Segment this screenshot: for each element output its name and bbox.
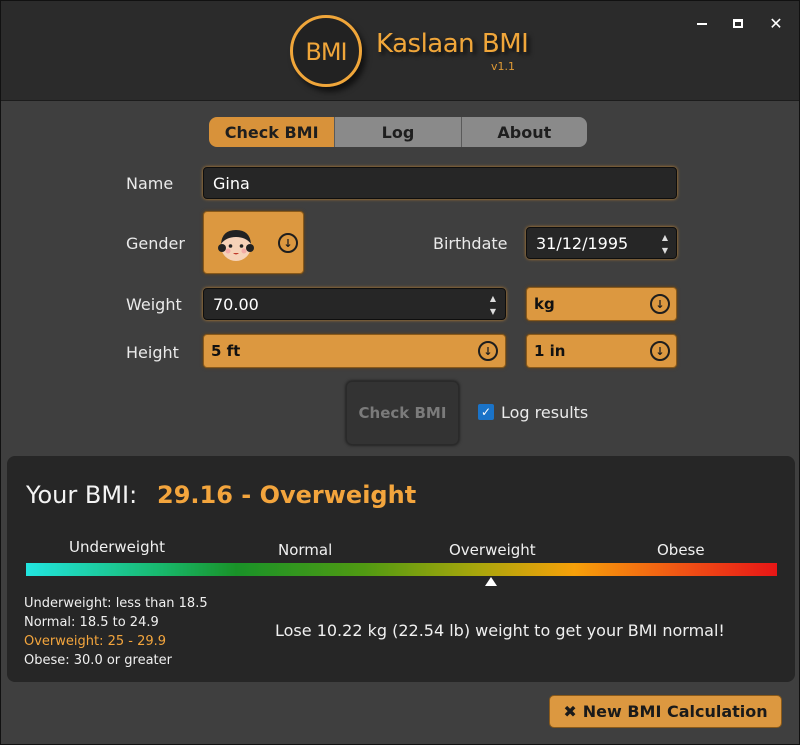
close-icon: ✕ [769, 13, 783, 33]
girl-face-icon [218, 230, 254, 261]
weight-label: Weight [126, 295, 182, 314]
weight-unit-value: kg [534, 295, 555, 313]
bmi-value: 29.16 - Overweight [157, 481, 417, 509]
minimize-button[interactable] [687, 9, 717, 37]
log-results-label: Log results [501, 403, 589, 422]
title-bar: BMI Kaslaan BMI v1.1 ✕ [1, 1, 799, 101]
dropdown-arrow-icon: ↓ [278, 233, 298, 253]
close-button[interactable]: ✕ [761, 9, 791, 37]
birthdate-value: 31/12/1995 [536, 233, 629, 253]
height-feet-value: 5 ft [211, 342, 241, 360]
bmi-pointer-icon [484, 577, 497, 586]
logo-text: BMI [305, 38, 347, 66]
weight-unit-select[interactable]: kg ↓ [526, 287, 677, 321]
weight-input[interactable]: 70.00 ▲ ▼ [203, 288, 506, 320]
range-underweight: Underweight: less than 18.5 [24, 596, 208, 611]
scale-label-underweight: Underweight [69, 538, 165, 556]
height-inch-select[interactable]: 1 in ↓ [526, 334, 677, 368]
tab-bar: Check BMI Log About [209, 117, 587, 147]
tab-log[interactable]: Log [335, 117, 462, 147]
spin-up-icon: ▲ [661, 233, 669, 242]
height-label: Height [126, 343, 179, 362]
maximize-icon [733, 18, 743, 28]
height-inch-value: 1 in [534, 342, 566, 360]
dropdown-arrow-icon: ↓ [650, 341, 670, 361]
scale-label-obese: Obese [657, 541, 705, 559]
dropdown-arrow-icon: ↓ [478, 341, 498, 361]
dropdown-arrow-icon: ↓ [650, 294, 670, 314]
spin-down-icon: ▼ [661, 246, 669, 255]
bmi-label: Your BMI: [26, 481, 138, 509]
weight-spinner[interactable]: ▲ ▼ [486, 294, 500, 316]
height-feet-select[interactable]: 5 ft ↓ [203, 334, 506, 368]
spin-down-icon: ▼ [489, 307, 497, 316]
spin-up-icon: ▲ [489, 294, 497, 303]
bmi-scale-bar [26, 563, 777, 576]
log-results-checkbox[interactable]: ✓ [478, 404, 494, 420]
weight-value: 70.00 [213, 294, 259, 314]
name-value: Gina [213, 173, 250, 193]
checkmark-icon: ✓ [480, 405, 492, 419]
check-bmi-button[interactable]: Check BMI [346, 381, 459, 445]
minimize-icon [697, 23, 707, 25]
birthdate-input[interactable]: 31/12/1995 ▲ ▼ [526, 227, 677, 259]
calculator-icon: ✖ [563, 702, 577, 721]
birthdate-spinner[interactable]: ▲ ▼ [658, 233, 672, 255]
new-bmi-calculation-button[interactable]: ✖ New BMI Calculation [549, 695, 782, 728]
new-bmi-calculation-label: New BMI Calculation [582, 702, 768, 721]
scale-label-normal: Normal [278, 541, 333, 559]
range-obese: Obese: 30.0 or greater [24, 653, 172, 668]
gender-label: Gender [126, 234, 185, 253]
range-normal: Normal: 18.5 to 24.9 [24, 615, 159, 630]
app-version: v1.1 [491, 60, 516, 73]
name-label: Name [126, 174, 174, 193]
scale-label-overweight: Overweight [449, 541, 536, 559]
tab-about[interactable]: About [461, 117, 587, 147]
gender-select[interactable]: ↓ [203, 211, 304, 274]
name-input[interactable]: Gina [203, 167, 677, 199]
maximize-button[interactable] [723, 9, 753, 37]
range-overweight: Overweight: 25 - 29.9 [24, 634, 167, 649]
advice-text: Lose 10.22 kg (22.54 lb) weight to get y… [275, 621, 725, 640]
result-panel: Your BMI: 29.16 - Overweight Underweight… [7, 456, 795, 682]
tab-check-bmi[interactable]: Check BMI [209, 117, 336, 147]
app-logo: BMI [290, 15, 362, 87]
birthdate-label: Birthdate [433, 234, 508, 253]
app-title: Kaslaan BMI [376, 29, 529, 59]
